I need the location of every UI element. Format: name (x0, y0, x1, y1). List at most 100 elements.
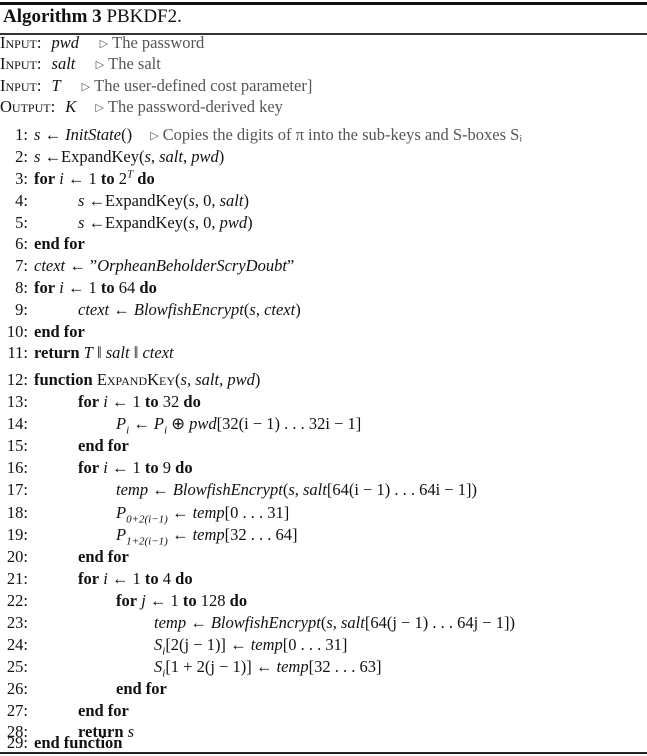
assign-arrow: ← (88, 191, 106, 210)
keyword-do: do (183, 392, 201, 411)
comment-triangle-icon: ▷ (95, 102, 104, 114)
keyword-end-for: end for (78, 701, 129, 720)
assign-arrow: ← (171, 525, 189, 544)
line-number: 5: (15, 213, 28, 232)
number: 2 (118, 169, 128, 188)
io-var: salt (51, 54, 76, 73)
keyword-to: to (144, 392, 159, 411)
top-rule (0, 2, 647, 5)
assign-arrow: ← (255, 657, 273, 676)
number: 1 (132, 569, 141, 588)
number: 128 (200, 591, 226, 610)
var-S: S (154, 657, 163, 676)
keyword-do: do (175, 458, 193, 477)
code-line: 4: s ←ExpandKey(s, 0, salt) (0, 190, 249, 212)
comment-triangle-icon: ▷ (95, 59, 105, 71)
comment-triangle-icon: ▷ (150, 130, 159, 142)
assign-arrow: ← (111, 569, 129, 588)
code-line: 10: end for (0, 321, 85, 343)
var-pwd: pwd (191, 147, 219, 166)
io-keyword: Input: (0, 33, 42, 52)
var-salt: salt (341, 613, 365, 632)
code-line: 9: ctext ← BlowfishEncrypt(s, ctext) (0, 299, 301, 321)
number: 1 (88, 169, 97, 188)
io-comment: The password-derived key (107, 97, 283, 116)
index-range: [64(j − 1) . . . 64j − 1]) (364, 613, 515, 632)
comment-triangle-icon: ▷ (99, 38, 109, 50)
assign-arrow: ← (171, 503, 189, 522)
line-number: 8: (15, 278, 28, 297)
line-number: 11: (7, 343, 28, 362)
concat-operator: ‖ (133, 343, 139, 362)
var-ctext: ctext (34, 256, 66, 275)
index-range: [1 + 2(j − 1)] (165, 657, 252, 676)
var-pwd: pwd (219, 213, 248, 232)
concat-operator: ‖ (96, 343, 102, 362)
var-s: s (78, 213, 85, 232)
index-range: [32(i − 1) . . . 32i − 1] (216, 414, 362, 433)
line-number: 21: (6, 569, 28, 588)
number: 64 (118, 278, 136, 297)
keyword-to: to (100, 278, 115, 297)
quote: ” (286, 256, 295, 275)
code-line: 19: P1+2(i−1) ← temp[32 . . . 64] (0, 524, 298, 547)
number: 32 (162, 392, 180, 411)
index-range: [2(j − 1)] (165, 635, 226, 654)
input-line: Input: salt ▷ The salt (0, 53, 161, 75)
code-line: 12: function ExpandKey(s, salt, pwd) (0, 369, 260, 391)
func-blowfish-encrypt: BlowfishEncrypt (133, 300, 244, 319)
func-expandkey: ExpandKey (105, 191, 183, 210)
var-s: s (34, 125, 41, 144)
code-line: 17: temp ← BlowfishEncrypt(s, salt[64(i −… (0, 479, 477, 501)
var-salt: salt (105, 343, 130, 362)
code-line: 27: end for (0, 700, 129, 722)
index-range: [64(i − 1) . . . 64i − 1]) (326, 480, 477, 499)
code-line: 7: ctext ← ”OrpheanBeholderScryDoubt” (0, 255, 294, 277)
var-i: i (103, 392, 108, 411)
line-number: 3: (15, 169, 28, 188)
var-P: P (116, 414, 127, 433)
keyword-end-function: end function (34, 733, 123, 752)
func-blowfish-encrypt: BlowfishEncrypt (172, 480, 283, 499)
keyword-end-for: end for (34, 234, 85, 253)
var-P: P (116, 503, 127, 522)
output-line: Output: K ▷ The password-derived key (0, 96, 283, 118)
line-number: 15: (6, 436, 28, 455)
line-number: 18: (6, 503, 28, 522)
keyword-for: for (78, 569, 100, 588)
code-line: 1: s ← InitState() ▷ Copies the digits of … (0, 124, 522, 146)
io-var: T (51, 76, 61, 95)
index-range: [0 . . . 31] (282, 635, 348, 654)
number: 1 (132, 392, 141, 411)
keyword-function: function (34, 370, 93, 389)
number: 1 (132, 458, 141, 477)
keyword-to: to (182, 591, 197, 610)
line-number: 20: (6, 547, 28, 566)
keyword-do: do (175, 569, 193, 588)
comment-triangle-icon: ▷ (81, 81, 91, 93)
number: 1 (170, 591, 179, 610)
var-s: s (78, 191, 85, 210)
var-i: i (103, 458, 108, 477)
assign-arrow: ← (133, 414, 150, 433)
var-salt: salt (159, 147, 183, 166)
line-number: 9: (15, 300, 28, 319)
var-s: s (34, 147, 41, 166)
var-s: s (180, 370, 187, 389)
line-number: 29: (6, 733, 28, 752)
code-line: 22: for j ← 1 to 128 do (0, 590, 247, 612)
var-S: S (154, 635, 163, 654)
code-line: 23: temp ← BlowfishEncrypt(s, salt[64(j −… (0, 612, 515, 634)
number: 9 (162, 458, 172, 477)
code-line: 20: end for (0, 546, 129, 568)
io-comment: The password (112, 33, 205, 52)
code-line: 15: end for (0, 435, 129, 457)
number: 1 (88, 278, 97, 297)
line-comment: Copies the digits of π into the sub-keys… (162, 125, 523, 144)
assign-arrow: ← (149, 591, 167, 610)
keyword-do: do (229, 591, 248, 610)
var-s: s (288, 480, 295, 499)
line-number: 25: (6, 657, 28, 676)
keyword-return: return (34, 343, 80, 362)
var-salt: salt (303, 480, 327, 499)
